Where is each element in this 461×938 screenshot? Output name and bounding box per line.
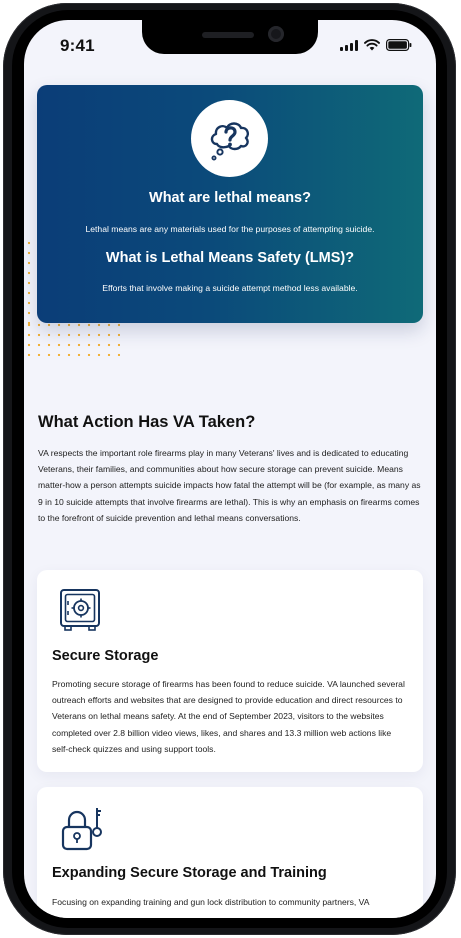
hero-text-lethal-means: Lethal means are any materials used for … [85, 224, 375, 234]
card-title: Secure Storage [52, 648, 159, 664]
status-icons [340, 39, 412, 51]
thinking-cloud-question-icon [191, 100, 268, 177]
card-title: Expanding Secure Storage and Training [52, 865, 327, 881]
battery-icon [386, 39, 412, 51]
decorative-dots [24, 320, 120, 356]
secure-storage-card: Secure Storage Promoting secure storage … [37, 570, 423, 772]
lethal-means-hero-card: What are lethal means? Lethal means are … [37, 85, 423, 323]
front-camera [268, 26, 284, 42]
safe-icon [59, 588, 103, 634]
app-screen: 9:41 What are lethal means? Lethal means… [24, 20, 436, 918]
speaker [202, 32, 254, 38]
decorative-dots [24, 238, 30, 328]
wifi-icon [364, 39, 380, 51]
card-body: Promoting secure storage of firearms has… [52, 679, 405, 754]
section-title: What Action Has VA Taken? [38, 413, 256, 431]
card-body: Focusing on expanding training and gun l… [52, 897, 370, 907]
status-time: 9:41 [60, 36, 95, 55]
hero-text-lms: Efforts that involve making a suicide at… [102, 283, 358, 293]
lock-and-key-icon [59, 805, 103, 851]
hero-heading-lms: What is Lethal Means Safety (LMS)? [105, 250, 355, 266]
notch [142, 20, 318, 54]
section-body: VA respects the important role firearms … [38, 448, 421, 523]
cellular-signal-icon [340, 39, 358, 51]
expanding-secure-storage-card: Expanding Secure Storage and Training Fo… [37, 787, 423, 918]
hero-heading-lethal-means: What are lethal means? [149, 190, 311, 206]
